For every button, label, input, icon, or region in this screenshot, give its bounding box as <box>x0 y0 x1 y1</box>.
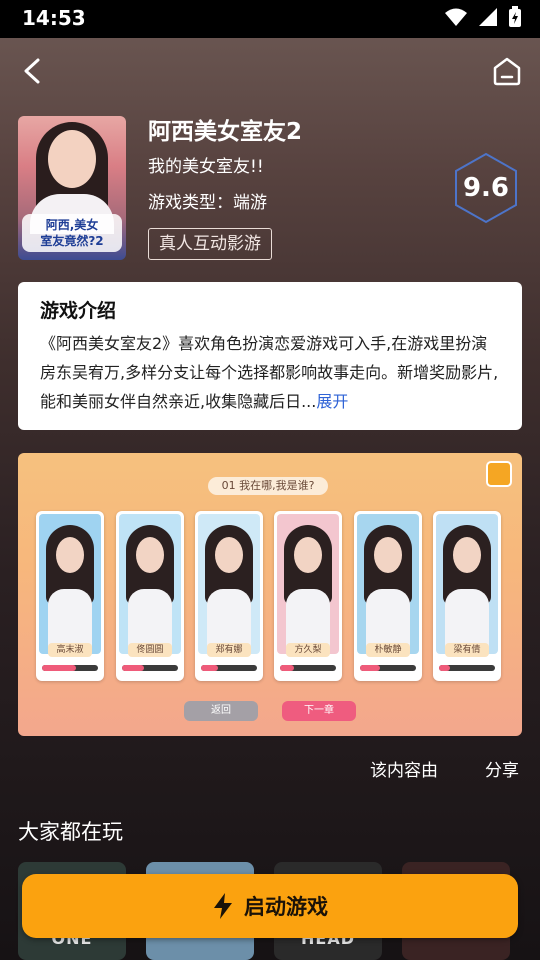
genre-tag[interactable]: 真人互动影游 <box>148 228 272 260</box>
score-value: 9.6 <box>462 173 510 203</box>
lightning-icon <box>214 893 232 919</box>
affinity-bar <box>439 665 495 671</box>
character-face <box>56 537 84 573</box>
cube-icon <box>486 461 512 487</box>
character-face <box>215 537 243 573</box>
game-title: 阿西美女室友2 <box>148 119 303 145</box>
character-card: 郑有娜 <box>195 511 263 681</box>
character-uniform <box>48 589 92 649</box>
character-card: 方久梨 <box>274 511 342 681</box>
intro-heading: 游戏介绍 <box>40 300 117 322</box>
character-name: 郑有娜 <box>207 643 251 657</box>
character-face <box>294 537 322 573</box>
status-icons <box>444 6 522 28</box>
affinity-fill <box>439 665 450 671</box>
affinity-fill <box>122 665 144 671</box>
character-name: 梁有倩 <box>445 643 489 657</box>
character-card: 朴敏静 <box>354 511 422 681</box>
expand-link[interactable]: 展开 <box>316 392 348 411</box>
top-nav-bar <box>0 38 540 104</box>
character-card: 佟圆圆 <box>116 511 184 681</box>
affinity-bar <box>42 665 98 671</box>
game-screenshot[interactable]: 01 我在哪,我是谁? 高末淑 佟圆圆 郑有娜 方久梨 朴敏静 梁有倩 返回 下一章 <box>18 453 522 736</box>
cover-logo: 阿西,美女 室友竟然?2 <box>22 214 122 252</box>
launch-label: 启动游戏 <box>244 895 328 919</box>
affinity-bar <box>122 665 178 671</box>
character-card: 梁有倩 <box>433 511 501 681</box>
character-face <box>374 537 402 573</box>
intro-text-block: 《阿西美女室友2》喜欢角色扮演恋爱游戏可入手,在游戏里扮演房东吴宥万,多样分支让… <box>40 329 500 416</box>
signal-icon <box>479 8 497 26</box>
cover-face <box>48 130 96 188</box>
affinity-fill <box>42 665 76 671</box>
character-name: 方久梨 <box>286 643 330 657</box>
character-name: 朴敏静 <box>366 643 410 657</box>
intro-text: 《阿西美女室友2》喜欢角色扮演恋爱游戏可入手,在游戏里扮演房东吴宥万,多样分支让… <box>40 334 499 411</box>
screenshot-banner: 01 我在哪,我是谁? <box>208 477 328 495</box>
affinity-fill <box>201 665 218 671</box>
cover-logo-line1: 阿西,美女 <box>45 218 99 232</box>
status-bar: 14:53 <box>0 0 540 38</box>
screenshot-next-button: 下一章 <box>282 701 356 721</box>
character-uniform <box>128 589 172 649</box>
character-uniform <box>207 589 251 649</box>
home-icon[interactable] <box>490 54 524 88</box>
affinity-bar <box>280 665 336 671</box>
affinity-fill <box>280 665 294 671</box>
character-face <box>453 537 481 573</box>
intro-card: 游戏介绍 《阿西美女室友2》喜欢角色扮演恋爱游戏可入手,在游戏里扮演房东吴宥万,… <box>18 282 522 430</box>
score-badge: 9.6 <box>454 152 518 224</box>
game-cover[interactable]: 阿西,美女 室友竟然?2 <box>18 116 126 260</box>
game-subtitle: 我的美女室友!! <box>148 157 264 177</box>
character-name: 佟圆圆 <box>128 643 172 657</box>
section-title: 大家都在玩 <box>18 820 123 844</box>
cover-logo-line2: 室友竟然?2 <box>40 234 104 248</box>
affinity-fill <box>360 665 380 671</box>
character-uniform <box>366 589 410 649</box>
report-link[interactable]: 该内容由 <box>370 756 438 781</box>
character-uniform <box>445 589 489 649</box>
screenshot-back-button: 返回 <box>184 701 258 721</box>
character-card: 高末淑 <box>36 511 104 681</box>
share-link[interactable]: 分享 <box>485 756 519 781</box>
wifi-icon <box>445 8 467 26</box>
character-name: 高末淑 <box>48 643 92 657</box>
character-face <box>136 537 164 573</box>
character-uniform <box>286 589 330 649</box>
battery-icon <box>509 6 521 27</box>
status-time: 14:53 <box>22 6 86 30</box>
launch-game-button[interactable]: 启动游戏 <box>22 874 518 938</box>
affinity-bar <box>360 665 416 671</box>
affinity-bar <box>201 665 257 671</box>
game-type: 游戏类型：端游 <box>148 193 267 213</box>
back-icon[interactable] <box>18 54 48 88</box>
